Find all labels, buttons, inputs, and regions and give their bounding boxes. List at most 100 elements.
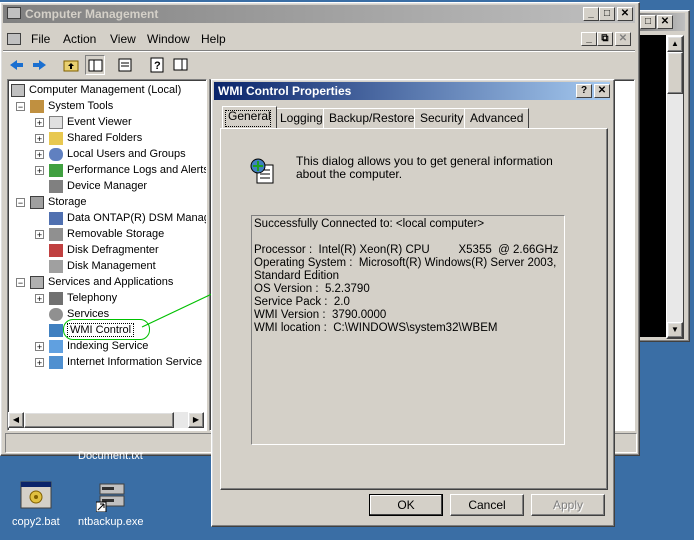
disk-icon: [49, 259, 63, 273]
collapse-icon[interactable]: −: [16, 278, 25, 288]
collapse-icon[interactable]: −: [16, 102, 25, 112]
tree-item-data-ontap[interactable]: Data ONTAP(R) DSM Manag: [49, 210, 206, 226]
close-icon[interactable]: ✕: [617, 7, 633, 21]
ok-button[interactable]: OK: [369, 494, 443, 516]
expand-icon[interactable]: +: [35, 166, 44, 176]
connection-status: Successfully Connected to: <local comput…: [254, 218, 485, 230]
desktop-icon-ntbackup[interactable]: ntbackup.exe: [76, 478, 150, 534]
wmi-location: WMI location : C:\WINDOWS\system32\WBEM: [254, 322, 498, 334]
removable-storage-icon: [49, 227, 63, 241]
menu-action[interactable]: Action: [63, 29, 96, 49]
tree-item-disk-defragmenter[interactable]: Disk Defragmenter: [49, 242, 159, 258]
backup-icon: [96, 483, 125, 512]
expand-icon[interactable]: +: [35, 134, 44, 144]
folder-up-icon: [63, 60, 79, 72]
computer-icon: [7, 7, 21, 19]
tree-item-storage[interactable]: Storage: [30, 194, 87, 210]
tree-content: Computer Management (Local) − System Too…: [8, 80, 206, 410]
show-hide-tree-button[interactable]: [85, 55, 105, 75]
tree-item-telephony[interactable]: Telephony: [49, 290, 117, 306]
forward-button[interactable]: [29, 55, 49, 75]
os-edition: Standard Edition: [254, 270, 340, 282]
close-icon[interactable]: ✕: [657, 15, 673, 29]
os-info: Operating System : Microsoft(R) Windows(…: [254, 257, 557, 269]
show-action-pane-button[interactable]: [171, 55, 191, 75]
expand-icon[interactable]: +: [35, 294, 44, 304]
tree-item-services-applications[interactable]: Services and Applications: [30, 274, 173, 290]
menu-file[interactable]: File: [31, 29, 50, 49]
tree-item-local-users[interactable]: Local Users and Groups: [49, 146, 186, 162]
tree-horizontal-scrollbar[interactable]: ◀ ▶: [8, 412, 204, 428]
indexing-icon: [49, 339, 63, 353]
menu-window[interactable]: Window: [147, 29, 190, 49]
tab-security[interactable]: Security: [414, 108, 470, 128]
folder-icon: [49, 131, 63, 145]
up-level-button[interactable]: [61, 55, 81, 75]
main-titlebar: Computer Management: [3, 5, 635, 23]
tree-item-iis[interactable]: Internet Information Service: [49, 354, 202, 370]
minimize-icon[interactable]: _: [583, 7, 599, 21]
scroll-thumb[interactable]: [667, 52, 683, 94]
tab-backup-restore[interactable]: Backup/Restore: [323, 108, 421, 128]
expand-icon[interactable]: +: [35, 230, 44, 240]
tree-item-event-viewer[interactable]: Event Viewer: [49, 114, 132, 130]
scrollbar[interactable]: ▲ ▼: [666, 35, 684, 339]
users-icon: [49, 147, 63, 161]
expand-icon[interactable]: +: [35, 118, 44, 128]
properties-button[interactable]: [115, 55, 135, 75]
tree-pane-icon: [88, 59, 103, 72]
desktop-icon-label: copy2.bat: [12, 516, 60, 528]
help-button[interactable]: ?: [147, 55, 167, 75]
defrag-icon: [49, 243, 63, 257]
apply-button[interactable]: Apply: [531, 494, 605, 516]
maximize-icon[interactable]: □: [640, 15, 656, 29]
service-pack: Service Pack : 2.0: [254, 296, 350, 308]
help-icon[interactable]: ?: [576, 84, 592, 98]
batch-file-icon: [20, 481, 52, 509]
tree-item-disk-management[interactable]: Disk Management: [49, 258, 156, 274]
cancel-button[interactable]: Cancel: [450, 494, 524, 516]
tree-pane[interactable]: Computer Management (Local) − System Too…: [7, 79, 207, 431]
maximize-icon[interactable]: □: [599, 7, 615, 21]
tree-item-indexing-service[interactable]: Indexing Service: [49, 338, 148, 354]
expand-icon[interactable]: +: [35, 150, 44, 160]
wmi-properties-dialog: WMI Control Properties ? ✕ General Loggi…: [211, 79, 615, 527]
tree-item-removable-storage[interactable]: Removable Storage: [49, 226, 164, 242]
os-version: OS Version : 5.2.3790: [254, 283, 370, 295]
callout-line: [141, 291, 217, 328]
dialog-description: This dialog allows you to get general in…: [296, 154, 553, 181]
scroll-left-icon[interactable]: ◀: [8, 412, 24, 428]
back-arrow-icon: [10, 60, 23, 70]
tab-advanced[interactable]: Advanced: [464, 108, 530, 128]
tree-item-performance-logs[interactable]: Performance Logs and Alerts: [49, 162, 206, 178]
back-button[interactable]: [7, 55, 27, 75]
menu-view[interactable]: View: [110, 29, 136, 49]
scroll-thumb[interactable]: [24, 412, 174, 428]
scroll-right-icon[interactable]: ▶: [188, 412, 204, 428]
expand-icon[interactable]: +: [35, 358, 44, 368]
help-icon: ?: [150, 57, 164, 73]
tree-item-shared-folders[interactable]: Shared Folders: [49, 130, 142, 146]
info-box: Successfully Connected to: <local comput…: [251, 215, 565, 445]
tab-logging[interactable]: Logging: [274, 108, 329, 128]
collapse-icon[interactable]: −: [16, 198, 25, 208]
tree-item-system-tools[interactable]: System Tools: [30, 98, 113, 114]
child-close-icon[interactable]: ✕: [615, 32, 631, 46]
close-icon[interactable]: ✕: [594, 84, 610, 98]
mmc-icon: [7, 33, 21, 45]
desktop-icon-copy2[interactable]: copy2.bat: [8, 478, 66, 534]
wmi-icon: [49, 323, 63, 337]
scroll-down-icon[interactable]: ▼: [667, 322, 683, 338]
menu-help[interactable]: Help: [201, 29, 226, 49]
storage-icon: [30, 195, 44, 209]
processor-info: Processor : Intel(R) Xeon(R) CPU X5355 @…: [254, 244, 559, 256]
toolbar-divider: [3, 50, 635, 52]
expand-icon[interactable]: +: [35, 342, 44, 352]
computer-icon: [11, 83, 25, 97]
tree-root[interactable]: Computer Management (Local): [11, 82, 181, 98]
scroll-up-icon[interactable]: ▲: [667, 36, 683, 52]
tree-item-device-manager[interactable]: Device Manager: [49, 178, 147, 194]
child-restore-icon[interactable]: ⧉: [597, 32, 613, 46]
child-minimize-icon[interactable]: _: [581, 32, 597, 46]
